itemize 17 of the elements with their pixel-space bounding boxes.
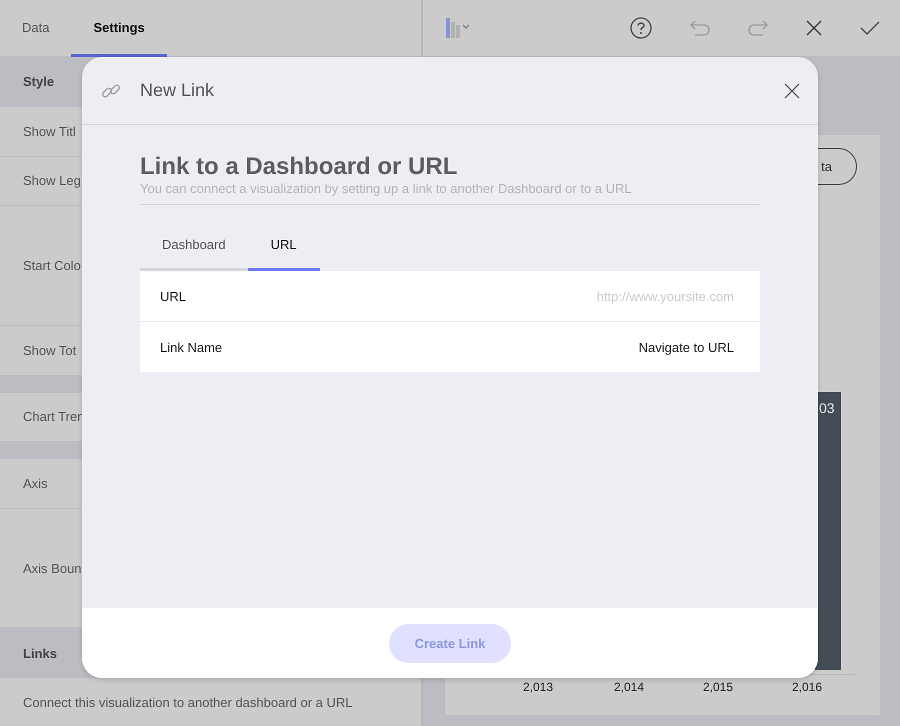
help-icon[interactable] [630,17,652,39]
dialog-heading: Link to a Dashboard or URL [140,153,458,181]
check-icon[interactable] [860,21,880,35]
field-label: URL [160,288,186,304]
axis-label: 2,014 [614,680,644,694]
axis-label: 2,016 [792,680,822,694]
close-icon[interactable] [784,82,800,98]
links-description: Connect this visualization to another dashboard or a URL [22,694,354,712]
input-field[interactable]: Navigate to URL [232,340,740,354]
bar-value: 03 [819,400,835,416]
axis-label: 2,015 [702,680,734,694]
panel-tab[interactable]: Data [0,0,72,57]
close-icon[interactable] [806,20,822,36]
axis-label: 2,013 [522,680,554,694]
dialog-title: New Link [140,80,214,101]
dialog-subtitle: You can connect a visualization by setting up a link to another Dashboard or to a URL [140,181,760,205]
field-label: Link Name [160,340,222,354]
